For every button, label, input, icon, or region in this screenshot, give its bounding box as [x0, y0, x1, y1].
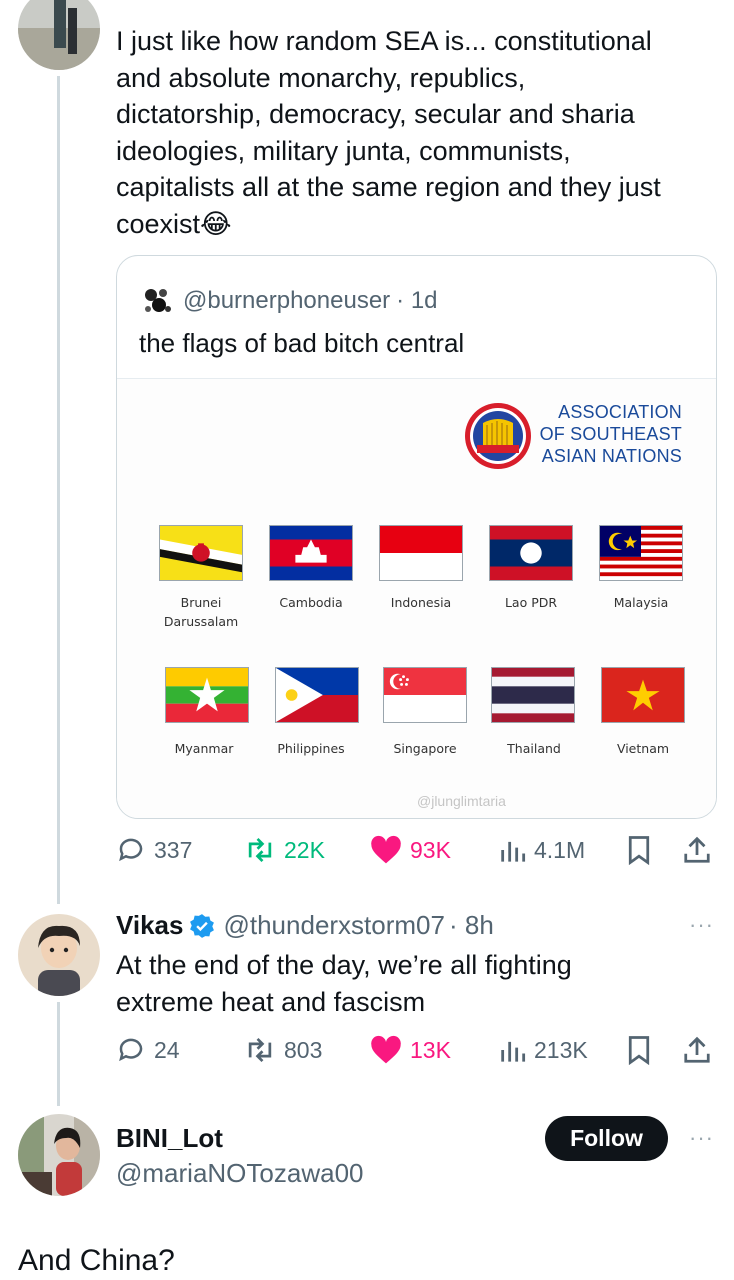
reply-icon: [119, 1038, 143, 1062]
quote-handle[interactable]: @burnerphoneuser: [183, 287, 390, 315]
thread-line-top: [57, 76, 60, 904]
reply-handle-row: @mariaNOTozawa00: [116, 1158, 363, 1189]
flag-label-thailand: Thailand: [507, 741, 561, 756]
asean-logo-icon: [463, 401, 533, 471]
reply-button[interactable]: 24: [116, 1032, 180, 1068]
views-count: 213K: [534, 1036, 588, 1063]
author-handle[interactable]: @thunderxstorm07: [223, 910, 445, 941]
views-count: 4.1M: [534, 836, 586, 863]
reply-actions: 24 803 13K 213K: [116, 1032, 716, 1068]
flag-brunei: [159, 525, 243, 581]
reply-text: And China?: [18, 1244, 175, 1277]
retweet-button[interactable]: 22K: [244, 832, 325, 868]
views-icon: [501, 1041, 526, 1062]
reply-button[interactable]: 337: [116, 832, 192, 868]
retweet-count: 803: [284, 1036, 323, 1063]
follow-button[interactable]: Follow: [545, 1116, 668, 1161]
share-icon: [684, 1036, 710, 1063]
share-icon: [684, 836, 710, 863]
avatar[interactable]: [18, 0, 100, 70]
author-name[interactable]: Vikas: [116, 910, 183, 941]
reply-time: · 8h: [448, 910, 494, 940]
author-handle[interactable]: @mariaNOTozawa00: [116, 1158, 363, 1189]
share-button[interactable]: [682, 832, 712, 868]
views-button[interactable]: 213K: [498, 1032, 588, 1068]
more-icon[interactable]: ···: [689, 912, 714, 938]
flag-myanmar: [165, 667, 249, 723]
reply-icon: [119, 838, 143, 862]
like-button[interactable]: 93K: [370, 832, 451, 868]
share-button[interactable]: [682, 1032, 712, 1068]
flag-label-myanmar: Myanmar: [174, 741, 234, 756]
tweet-text: I just like how random SEA is... constit…: [116, 26, 661, 239]
avatar-bini-lot[interactable]: [18, 1114, 100, 1196]
like-count: 93K: [410, 836, 451, 863]
reply-count: 337: [154, 836, 193, 863]
views-button[interactable]: 4.1M: [498, 832, 585, 868]
thread-line-mid: [57, 1002, 60, 1106]
views-icon: [501, 841, 526, 862]
avatar-vikas[interactable]: [18, 914, 100, 996]
like-count: 13K: [410, 1036, 451, 1063]
flag-label-cambodia: Cambodia: [279, 595, 343, 610]
flag-indonesia: [379, 525, 463, 581]
verified-icon: [190, 913, 215, 938]
reply-header: Vikas @thunderxstorm07 · 8h: [116, 910, 494, 941]
flag-label-vietnam: Vietnam: [616, 741, 670, 756]
quote-avatar[interactable]: [139, 283, 175, 319]
reply-text: At the end of the day, we’re all fightin…: [116, 950, 572, 1017]
retweet-icon: [248, 837, 272, 863]
image-watermark: @jlunglimtaria: [417, 793, 506, 809]
bookmark-icon: [628, 1036, 650, 1065]
reply-count: 24: [154, 1036, 180, 1063]
bookmark-icon: [628, 836, 650, 865]
like-button[interactable]: 13K: [370, 1032, 451, 1068]
flag-label-philippines: Philippines: [277, 741, 345, 756]
flag-label-malaysia: Malaysia: [613, 595, 669, 610]
quote-header: @burnerphoneuser · 1d: [139, 283, 438, 319]
flag-laos: [489, 525, 573, 581]
asean-title: ASSOCIATION OF SOUTHEAST ASIAN NATIONS: [539, 402, 682, 466]
flag-label-laos: Lao PDR: [504, 595, 558, 610]
more-icon[interactable]: ···: [689, 1125, 714, 1151]
flag-label-indonesia: Indonesia: [390, 595, 452, 610]
quote-text: the flags of bad bitch central: [139, 328, 465, 358]
heart-icon: [371, 1035, 401, 1064]
flag-singapore: [383, 667, 467, 723]
bookmark-button[interactable]: [626, 832, 652, 868]
retweet-icon: [248, 1037, 272, 1063]
flag-malaysia: [599, 525, 683, 581]
retweet-count: 22K: [284, 836, 325, 863]
flag-label-singapore: Singapore: [393, 741, 457, 756]
quote-tweet-card[interactable]: @burnerphoneuser · 1d the flags of bad b…: [116, 255, 717, 819]
tweet-actions: 337 22K 93K 4.1M: [116, 832, 716, 868]
author-name[interactable]: BINI_Lot: [116, 1123, 223, 1154]
flag-vietnam: [601, 667, 685, 723]
flag-philippines: [275, 667, 359, 723]
flag-cambodia: [269, 525, 353, 581]
quote-image[interactable]: ASSOCIATION OF SOUTHEAST ASIAN NATIONS B…: [117, 378, 716, 818]
heart-icon: [371, 835, 401, 864]
bookmark-button[interactable]: [626, 1032, 652, 1068]
reply-header: BINI_Lot: [116, 1123, 223, 1154]
flag-thailand: [491, 667, 575, 723]
flag-label-brunei: Brunei Darussalam: [163, 595, 239, 629]
retweet-button[interactable]: 803: [244, 1032, 322, 1068]
quote-time: · 1d: [396, 287, 438, 314]
